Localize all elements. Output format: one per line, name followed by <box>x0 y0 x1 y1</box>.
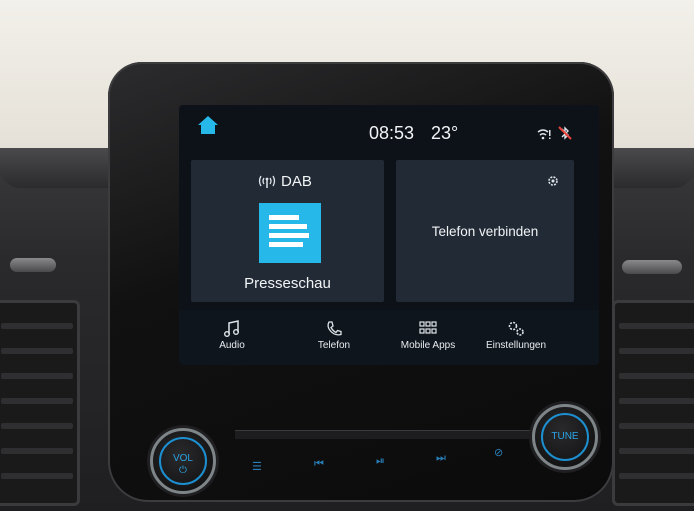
nav-audio[interactable]: Audio <box>187 314 277 362</box>
hardware-button-bar <box>235 430 535 439</box>
nav-audio-label: Audio <box>219 340 245 351</box>
left-air-vent <box>0 300 80 506</box>
next-track-button[interactable]: ⏭ <box>436 452 446 465</box>
left-stalk <box>10 258 56 272</box>
nav-einstellungen[interactable]: Einstellungen <box>471 314 561 362</box>
previous-track-button[interactable]: ⏮ <box>314 458 324 471</box>
volume-knob[interactable]: VOL ⏻ <box>150 428 216 494</box>
nav-mobile-apps-label: Mobile Apps <box>400 340 456 351</box>
wifi-alert-icon <box>537 129 551 140</box>
phone-icon <box>327 321 342 336</box>
apps-grid-icon <box>419 321 437 334</box>
bluetooth-off-icon <box>558 126 572 140</box>
nav-telefon-label: Telefon <box>317 340 351 351</box>
equalizer-button[interactable]: ☰ <box>252 460 262 473</box>
play-pause-button[interactable]: ⏯ <box>376 455 385 468</box>
right-air-vent <box>612 300 694 506</box>
bluetooth-settings-icon <box>548 176 558 186</box>
infotainment-screen: 08:53 23° DAB Presseschau Telefon verbin… <box>179 105 599 365</box>
home-icon[interactable] <box>197 115 219 135</box>
nav-einstellungen-label: Einstellungen <box>485 340 547 351</box>
eject-button[interactable]: ⊘ <box>494 446 503 459</box>
status-bar: 08:53 23° <box>179 105 599 155</box>
nav-mobile-apps[interactable]: Mobile Apps <box>383 314 473 362</box>
connect-phone-label: Telefon verbinden <box>431 224 539 239</box>
music-note-icon <box>224 320 239 337</box>
volume-knob-label: VOL <box>172 453 193 464</box>
radio-signal-icon <box>258 175 276 188</box>
station-name: Presseschau <box>244 275 331 292</box>
temperature: 23° <box>431 123 459 143</box>
bottom-navigation: Audio Telefon Mobile Apps Einstellungen <box>179 310 599 365</box>
audio-source-label: DAB <box>281 173 312 190</box>
right-stalk <box>622 260 682 274</box>
station-logo <box>259 203 321 263</box>
nav-telefon[interactable]: Telefon <box>289 314 379 362</box>
media-tile[interactable]: DAB Presseschau <box>191 160 384 302</box>
power-icon: ⏻ <box>179 465 187 476</box>
tune-knob[interactable]: TUNE <box>532 404 598 470</box>
clock: 08:53 <box>369 123 415 143</box>
gears-icon <box>508 321 524 336</box>
tune-knob-label: TUNE <box>551 431 579 442</box>
phone-tile[interactable]: Telefon verbinden <box>396 160 574 302</box>
